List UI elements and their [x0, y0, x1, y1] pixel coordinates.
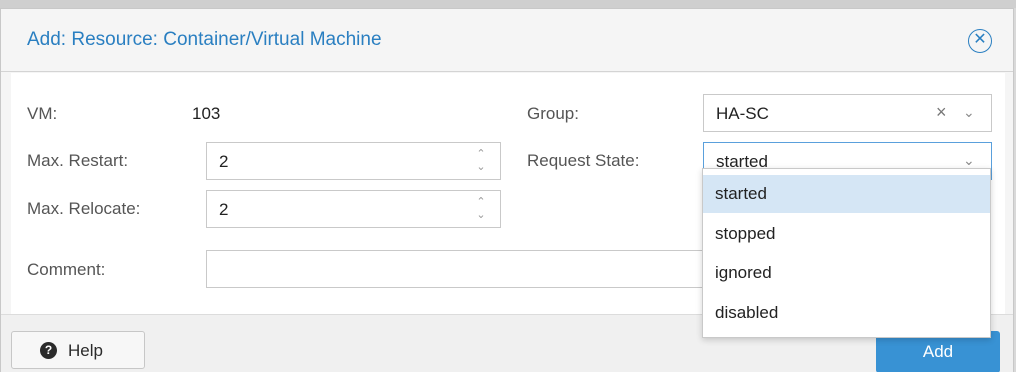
comment-field[interactable]	[206, 250, 706, 288]
group-label: Group:	[527, 104, 579, 123]
dropdown-option-disabled[interactable]: disabled	[703, 294, 990, 332]
close-icon[interactable]: ✕	[968, 29, 992, 53]
dropdown-option-ignored[interactable]: ignored	[703, 254, 990, 292]
help-button[interactable]: ? Help	[11, 331, 145, 369]
max-relocate-field[interactable]: 2 ⌃ ⌄	[206, 190, 501, 228]
request-state-dropdown: started stopped ignored disabled	[702, 168, 991, 338]
max-restart-spinner[interactable]: ⌃ ⌄	[474, 148, 488, 174]
max-relocate-value: 2	[219, 200, 229, 219]
dialog-header: Add: Resource: Container/Virtual Machine…	[1, 9, 1013, 72]
max-restart-field[interactable]: 2 ⌃ ⌄	[206, 142, 501, 180]
max-restart-label: Max. Restart:	[27, 151, 129, 170]
max-relocate-spinner[interactable]: ⌃ ⌄	[474, 196, 488, 222]
max-relocate-label: Max. Relocate:	[27, 199, 141, 218]
dialog-title: Add: Resource: Container/Virtual Machine	[27, 29, 382, 50]
clear-icon[interactable]: ×	[936, 102, 947, 123]
vm-label: VM:	[27, 104, 58, 123]
comment-label: Comment:	[27, 260, 106, 279]
group-value: HA-SC	[716, 104, 769, 123]
chevron-down-icon[interactable]: ⌄	[963, 152, 975, 169]
vm-value: 103	[192, 104, 221, 123]
help-button-label: Help	[68, 341, 103, 360]
group-combobox[interactable]: HA-SC × ⌄	[703, 94, 992, 132]
chevron-down-icon[interactable]: ⌄	[963, 104, 975, 121]
dropdown-option-stopped[interactable]: stopped	[703, 215, 990, 253]
spinner-down-icon[interactable]: ⌄	[474, 161, 488, 173]
question-circle-icon: ?	[40, 342, 57, 359]
spinner-up-icon[interactable]: ⌃	[474, 196, 488, 208]
spinner-up-icon[interactable]: ⌃	[474, 148, 488, 160]
spinner-down-icon[interactable]: ⌄	[474, 209, 488, 221]
request-state-label: Request State:	[527, 151, 640, 170]
background-window-strip	[0, 0, 1016, 8]
dropdown-option-started[interactable]: started	[703, 175, 990, 213]
max-restart-value: 2	[219, 152, 229, 171]
